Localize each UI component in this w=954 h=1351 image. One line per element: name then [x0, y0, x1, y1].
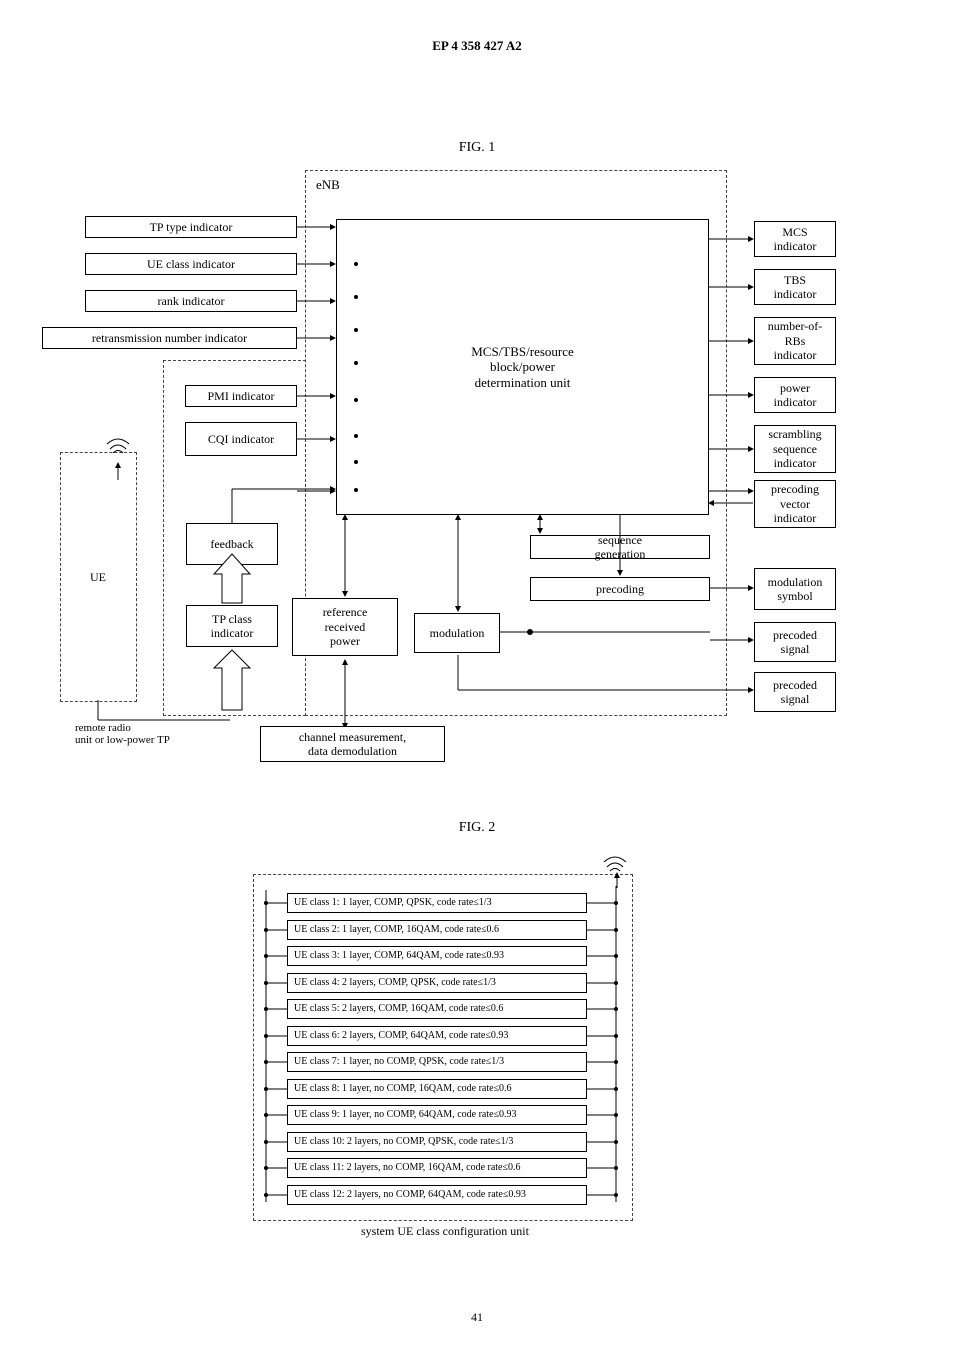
out-scrambling-text: scrambling sequence indicator: [768, 427, 821, 470]
bottom-info: channel measurement, data demodulation: [260, 726, 445, 762]
out-signal2-text: precoded signal: [773, 678, 817, 707]
bullets: [352, 252, 364, 492]
out-mcs-text: MCS indicator: [774, 225, 817, 254]
out-power: power indicator: [754, 377, 836, 413]
out-mcs: MCS indicator: [754, 221, 836, 257]
input-tp-type-text: TP type indicator: [150, 220, 233, 234]
mcs-block-text: MCS/TBS/resource block/power determinati…: [471, 344, 574, 391]
page-header: EP 4 358 427 A2: [0, 38, 954, 54]
out-signal-text: precoded signal: [773, 628, 817, 657]
antenna-icon-ue: [103, 432, 133, 462]
page-number: 41: [0, 1310, 954, 1325]
out-power-text: power indicator: [774, 381, 817, 410]
input-arrows: [297, 216, 342, 506]
out-precoding: precoding vector indicator: [754, 480, 836, 528]
input-ue-class: UE class indicator: [85, 253, 297, 275]
fig2-caption: system UE class configuration unit: [280, 1224, 610, 1239]
out-modsym-text: modulation symbol: [768, 575, 823, 604]
fig1-title: FIG. 1: [0, 140, 954, 156]
out-signal: precoded signal: [754, 622, 836, 662]
input-pmi-text: PMI indicator: [208, 389, 275, 403]
lower-arrows: [180, 480, 760, 730]
mcs-block: MCS/TBS/resource block/power determinati…: [336, 219, 709, 515]
out-tbs-text: TBS indicator: [774, 273, 817, 302]
input-cqi-text: CQI indicator: [208, 432, 274, 446]
out-numrb: number-of- RBs indicator: [754, 317, 836, 365]
fig2-title: FIG. 2: [0, 820, 954, 836]
ue-up-arrow: [113, 462, 123, 482]
input-cqi: CQI indicator: [185, 422, 297, 456]
input-tp-type: TP type indicator: [85, 216, 297, 238]
input-rank-text: rank indicator: [158, 294, 225, 308]
ue-label: UE: [90, 570, 106, 585]
fig2-bus: [258, 886, 626, 1214]
input-rank: rank indicator: [85, 290, 297, 312]
out-signal2: precoded signal: [754, 672, 836, 712]
out-precoding-text: precoding vector indicator: [771, 482, 819, 525]
out-scrambling: scrambling sequence indicator: [754, 425, 836, 473]
out-tbs: TBS indicator: [754, 269, 836, 305]
remote-label: remote radio unit or low-power TP: [75, 722, 185, 746]
enb-label: eNB: [316, 177, 340, 193]
out-numrb-text: number-of- RBs indicator: [768, 319, 822, 362]
input-ue-class-text: UE class indicator: [147, 257, 235, 271]
out-modsym: modulation symbol: [754, 568, 836, 610]
bottom-info-text: channel measurement, data demodulation: [299, 730, 406, 759]
input-retx-text: retransmission number indicator: [92, 331, 247, 345]
input-pmi: PMI indicator: [185, 385, 297, 407]
input-retx: retransmission number indicator: [42, 327, 297, 349]
